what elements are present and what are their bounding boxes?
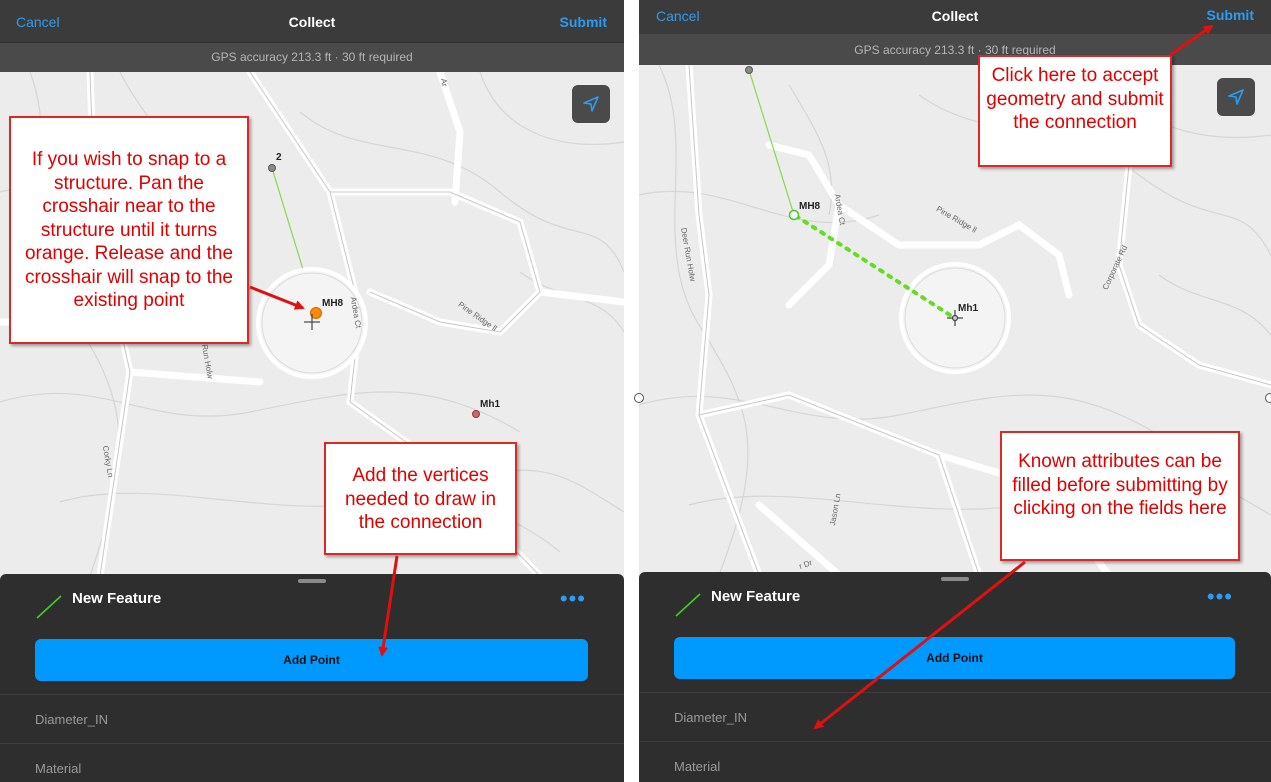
field-label: Material: [35, 761, 82, 776]
callout-submit: Click here to accept geometry and submit…: [978, 55, 1172, 167]
gps-accuracy-bar: GPS accuracy 213.3 ft · 30 ft required: [639, 34, 1271, 65]
locate-button[interactable]: [1217, 78, 1255, 116]
collect-screen-right: Cancel Collect Submit GPS accuracy 213.3…: [639, 0, 1271, 782]
locate-button[interactable]: [572, 85, 610, 123]
feature-sheet: New Feature ••• Add Point Diameter_IN Ma…: [639, 572, 1271, 782]
field-material[interactable]: Material: [0, 743, 624, 782]
field-diameter[interactable]: Diameter_IN: [639, 692, 1271, 741]
page-title: Collect: [931, 8, 979, 24]
start-structure-label: MH8: [799, 201, 821, 212]
more-icon[interactable]: •••: [1207, 586, 1233, 608]
field-label: Material: [674, 759, 721, 774]
field-label: Diameter_IN: [35, 712, 108, 727]
resize-handle: [1265, 393, 1271, 403]
resize-handle: [634, 393, 644, 403]
sheet-drag-handle[interactable]: [298, 579, 326, 583]
line-feature-icon: [675, 593, 701, 617]
page-title: Collect: [288, 14, 336, 30]
callout-add-vertices: Add the vertices needed to draw in the c…: [324, 442, 517, 555]
top-bar: Cancel Collect Submit: [639, 0, 1271, 34]
sheet-drag-handle[interactable]: [941, 577, 969, 581]
street-label: Ar: [438, 77, 450, 88]
add-point-button[interactable]: Add Point: [35, 639, 588, 681]
feature-name: New Feature: [711, 588, 801, 605]
submit-button[interactable]: Submit: [560, 14, 607, 30]
snap-structure-label: MH8: [322, 298, 344, 309]
field-label: Diameter_IN: [674, 710, 747, 725]
callout-attributes: Known attributes can be filled before su…: [1000, 431, 1240, 561]
field-diameter[interactable]: Diameter_IN: [0, 694, 624, 743]
field-material[interactable]: Material: [639, 741, 1271, 782]
feature-sheet: New Feature ••• Add Point Diameter_IN Ma…: [0, 574, 624, 782]
feature-name: New Feature: [72, 590, 162, 607]
callout-snap: If you wish to snap to a structure. Pan …: [9, 116, 249, 344]
top-bar: Cancel Collect Submit: [0, 0, 624, 42]
more-icon[interactable]: •••: [560, 588, 586, 610]
gps-accuracy-bar: GPS accuracy 213.3 ft · 30 ft required: [0, 42, 624, 72]
navigation-arrow-icon: [1228, 89, 1244, 105]
vertex-label: 2: [276, 152, 282, 163]
line-feature-icon: [36, 595, 62, 619]
submit-button[interactable]: Submit: [1207, 7, 1254, 23]
structure-label: Mh1: [480, 399, 500, 410]
add-point-button[interactable]: Add Point: [674, 637, 1235, 679]
end-structure-label: Mh1: [958, 303, 978, 314]
navigation-arrow-icon: [583, 96, 599, 112]
